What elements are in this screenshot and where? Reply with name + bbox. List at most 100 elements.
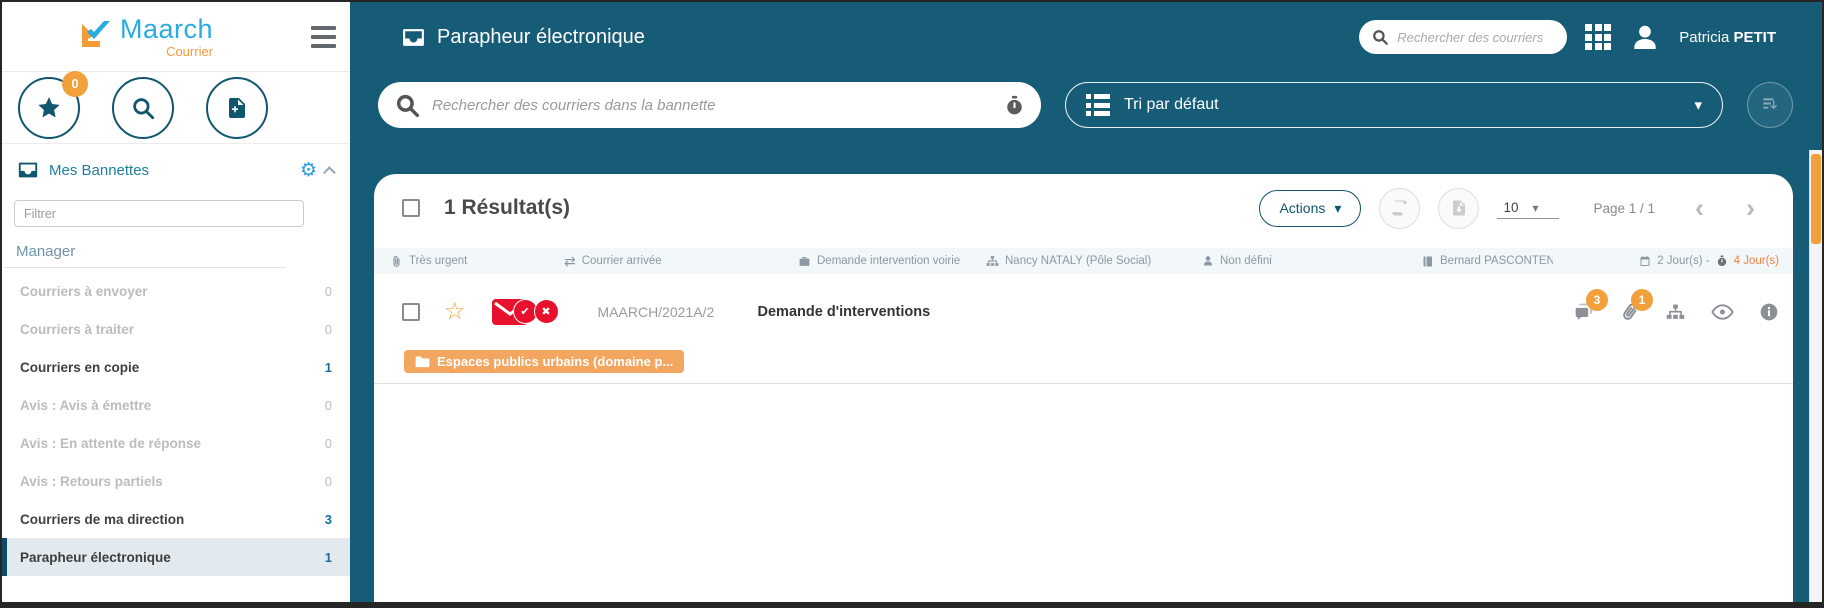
- row-checkbox[interactable]: [402, 303, 420, 321]
- inbox-icon: [400, 25, 427, 50]
- user-icon: [1202, 255, 1214, 267]
- next-page-button[interactable]: ›: [1734, 195, 1767, 222]
- row-divider: [374, 383, 1793, 384]
- main-header: Parapheur électronique Patricia PETIT: [350, 2, 1822, 72]
- main-area: Parapheur électronique Patricia PETIT: [350, 2, 1822, 602]
- info-icon: [1759, 302, 1779, 322]
- sidebar-quick-actions: 0: [2, 72, 350, 144]
- list-icon: [1086, 94, 1110, 116]
- sort-descending-icon: [1760, 95, 1780, 115]
- column-assignee[interactable]: Non défini: [1202, 255, 1422, 267]
- apps-grid-icon[interactable]: [1585, 24, 1611, 50]
- actions-button[interactable]: Actions ▾: [1259, 190, 1361, 227]
- info-button[interactable]: [1759, 302, 1779, 322]
- basket-count: 1: [325, 360, 332, 375]
- sidebar-item-avis-a-emettre[interactable]: Avis : Avis à émettre 0: [2, 386, 350, 424]
- new-document-button[interactable]: [206, 77, 268, 139]
- sitemap-icon: [1665, 303, 1686, 322]
- document-subject[interactable]: Demande d'interventions: [758, 304, 931, 320]
- column-contact[interactable]: Bernard PASCONTENT: [1422, 255, 1553, 268]
- column-delays[interactable]: 2 Jour(s) - 4 Jour(s): [1553, 255, 1793, 267]
- page-indicator: Page 1 / 1: [1593, 201, 1655, 216]
- results-header: 1 Résultat(s) Actions ▾: [374, 174, 1793, 238]
- search-icon: [130, 95, 156, 121]
- scrollbar[interactable]: [1809, 150, 1822, 602]
- gear-icon[interactable]: ⚙: [300, 161, 317, 180]
- sidebar-item-avis-retours-partiels[interactable]: Avis : Retours partiels 0: [2, 462, 350, 500]
- results-table-header: Très urgent ⇄ Courrier arrivée Demande i…: [374, 248, 1793, 274]
- global-search: [1359, 20, 1567, 54]
- basket-toolbar: Tri par défaut ▾: [350, 72, 1822, 138]
- sidebar-item-courriers-de-ma-direction[interactable]: Courriers de ma direction 3: [2, 500, 350, 538]
- sidebar-item-parapheur-electronique[interactable]: Parapheur électronique 1: [2, 538, 350, 576]
- filter-input[interactable]: [14, 200, 304, 227]
- eye-icon: [1711, 303, 1734, 321]
- folder-icon: [415, 355, 430, 368]
- maarch-logo-icon: [78, 16, 114, 52]
- scroll-icon: [1390, 198, 1410, 218]
- column-category[interactable]: ⇄ Courrier arrivée: [564, 253, 798, 270]
- user-name[interactable]: Patricia PETIT: [1679, 29, 1776, 46]
- basket-count: 0: [325, 436, 332, 451]
- sort-select[interactable]: Tri par défaut ▾: [1065, 82, 1723, 128]
- content-area: 1 Résultat(s) Actions ▾: [350, 138, 1822, 602]
- preview-button[interactable]: [1711, 303, 1734, 321]
- favorites-badge: 0: [62, 71, 88, 97]
- bannettes-title: Mes Bannettes: [49, 162, 149, 179]
- column-priority[interactable]: Très urgent: [374, 255, 564, 268]
- remaining-days: 4 Jour(s): [1734, 255, 1779, 267]
- search-icon: [1371, 28, 1389, 46]
- basket-count: 3: [325, 512, 332, 527]
- baskets-list: Courriers à envoyer 0 Courriers à traite…: [2, 272, 350, 576]
- search-button[interactable]: [112, 77, 174, 139]
- column-subject-type[interactable]: Demande intervention voirie: [798, 255, 986, 268]
- document-reference: MAARCH/2021A/2: [598, 304, 758, 320]
- previous-page-button[interactable]: ‹: [1683, 195, 1716, 222]
- basket-search-input[interactable]: [432, 97, 992, 114]
- address-book-icon: [1422, 255, 1434, 268]
- basket-search: [378, 82, 1041, 128]
- sidebar-item-courriers-a-traiter[interactable]: Courriers à traiter 0: [2, 310, 350, 348]
- brand-name: Maarch: [120, 16, 213, 43]
- results-card: 1 Résultat(s) Actions ▾: [374, 174, 1793, 602]
- user-avatar-icon[interactable]: [1629, 21, 1661, 53]
- stopwatch-icon[interactable]: [1004, 95, 1025, 116]
- favorites-button[interactable]: 0: [18, 77, 80, 139]
- comments-button[interactable]: 3: [1573, 302, 1595, 322]
- app-window: Maarch Courrier 0: [0, 0, 1824, 608]
- column-entity[interactable]: Nancy NATALY (Pôle Social): [986, 255, 1202, 268]
- collapse-chevron-icon[interactable]: [323, 166, 336, 179]
- hamburger-menu-icon[interactable]: [307, 22, 340, 52]
- sidebar-header: Maarch Courrier: [2, 2, 350, 72]
- file-download-icon: [1450, 199, 1468, 217]
- caret-down-icon: ▾: [1694, 96, 1702, 114]
- folder-tag[interactable]: Espaces publics urbains (domaine p...: [404, 350, 684, 373]
- mail-status: ✔ ✖: [492, 297, 562, 327]
- scrollbar-thumb[interactable]: [1811, 154, 1821, 244]
- attachments-button[interactable]: 1: [1620, 302, 1640, 322]
- star-icon: [36, 95, 62, 121]
- export-button[interactable]: [1438, 188, 1479, 229]
- global-search-input[interactable]: [1397, 30, 1555, 45]
- sidebar-item-courriers-a-envoyer[interactable]: Courriers à envoyer 0: [2, 272, 350, 310]
- result-row[interactable]: ☆ ✔ ✖ MAARCH/2021A/2 Demande d'intervent…: [374, 280, 1793, 344]
- exchange-arrows-icon: ⇄: [564, 253, 576, 270]
- search-icon: [394, 92, 420, 118]
- sidebar-item-courriers-en-copie[interactable]: Courriers en copie 1: [2, 348, 350, 386]
- diffusion-list-button[interactable]: [1665, 303, 1686, 322]
- calendar-icon: [1639, 255, 1651, 267]
- sort-direction-button[interactable]: [1747, 82, 1793, 128]
- file-plus-icon: [225, 96, 249, 120]
- sidebar-item-avis-en-attente[interactable]: Avis : En attente de réponse 0: [2, 424, 350, 462]
- bannettes-section-header: Mes Bannettes ⚙: [2, 144, 350, 196]
- page-size-select[interactable]: 10 ▾: [1497, 197, 1559, 219]
- comments-badge: 3: [1586, 289, 1608, 311]
- sitemap-icon: [986, 255, 999, 268]
- star-outline-icon[interactable]: ☆: [444, 300, 466, 324]
- paperclip-icon: [390, 255, 403, 268]
- basket-count: 0: [325, 398, 332, 413]
- summary-sheet-button[interactable]: [1379, 188, 1420, 229]
- basket-count: 0: [325, 284, 332, 299]
- select-all-checkbox[interactable]: [402, 199, 420, 217]
- basket-count: 0: [325, 322, 332, 337]
